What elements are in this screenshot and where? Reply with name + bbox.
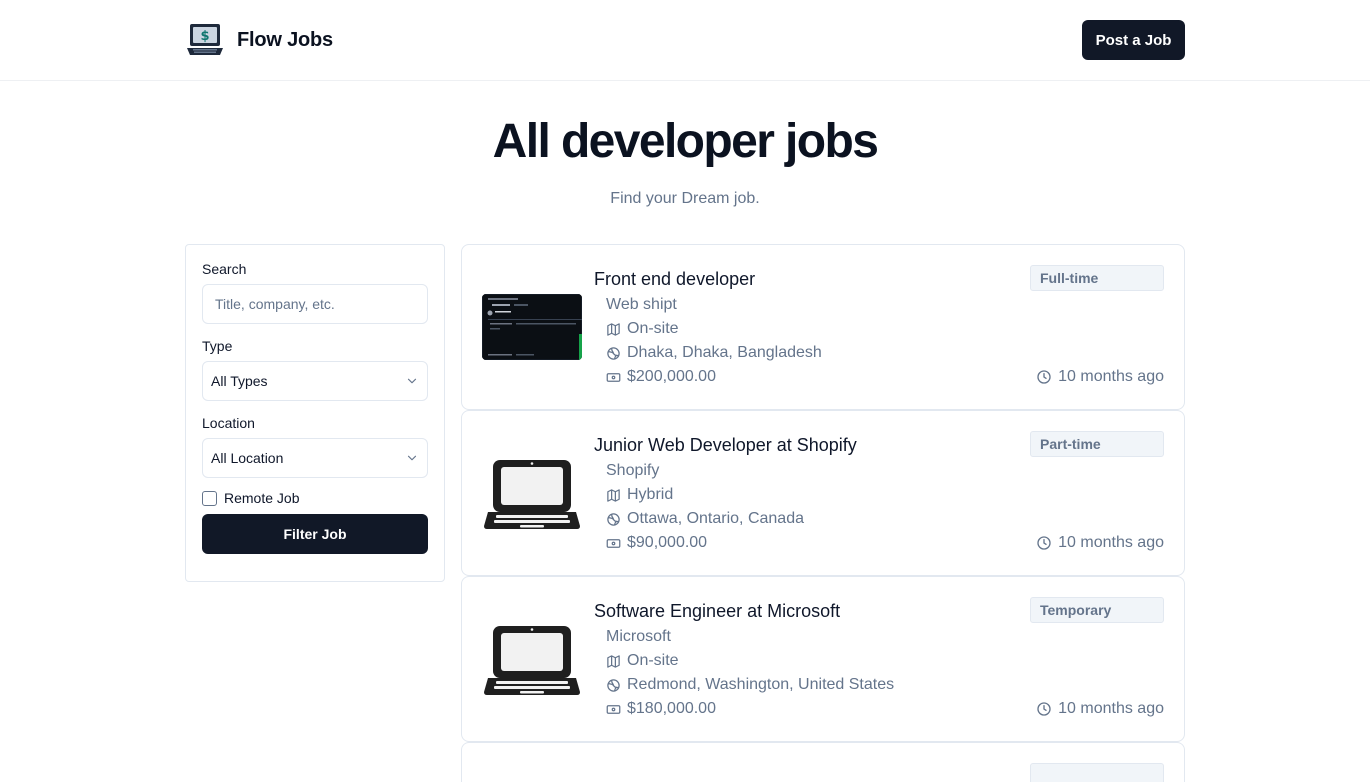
map-icon [607, 488, 620, 502]
globe-icon [607, 346, 620, 360]
type-select[interactable]: All Types [202, 361, 428, 401]
job-list: Front end developer Web shipt On-site Dh… [461, 244, 1185, 782]
location-text: Ottawa, Ontario, Canada [627, 510, 804, 527]
job-title[interactable]: Software Engineer at Microsoft [594, 601, 840, 622]
brand-name: Flow Jobs [237, 28, 333, 51]
svg-text:$: $ [200, 29, 209, 44]
salary-text: $200,000.00 [627, 368, 716, 385]
banknote-icon [606, 372, 621, 382]
map-icon [607, 322, 620, 336]
location-type: Hybrid [606, 486, 673, 504]
salary: $200,000.00 [606, 368, 716, 386]
page-title: All developer jobs [492, 115, 879, 168]
location-type: On-site [606, 652, 679, 670]
company-name-text: Web shipt [606, 296, 677, 313]
location-select[interactable]: All Location [202, 438, 428, 478]
location: Dhaka, Dhaka, Bangladesh [606, 344, 822, 362]
job-card-partial[interactable] [461, 742, 1185, 782]
banknote-icon [606, 704, 621, 714]
job-type-badge-partial [1030, 763, 1164, 782]
job-card[interactable]: Software Engineer at Microsoft Microsoft… [461, 576, 1185, 742]
location-text: Dhaka, Dhaka, Bangladesh [627, 344, 822, 361]
posted-time-text: 10 months ago [1058, 700, 1164, 717]
type-select-value: All Types [211, 373, 268, 389]
filter-job-button[interactable]: Filter Job [202, 514, 428, 554]
location: Redmond, Washington, United States [606, 676, 894, 694]
location-select-value: All Location [211, 450, 284, 466]
banknote-icon [606, 538, 621, 548]
post-job-button[interactable]: Post a Job [1082, 20, 1185, 60]
remote-job-label[interactable]: Remote Job [224, 490, 299, 506]
clock-icon [1037, 370, 1051, 384]
clock-icon [1037, 536, 1051, 550]
globe-icon [607, 512, 620, 526]
top-navbar: $ Flow Jobs Post a Job [0, 0, 1370, 81]
company-logo-thumbnail [482, 294, 582, 360]
laptop-dollar-logo-icon: $ [187, 24, 223, 55]
clock-icon [1037, 702, 1051, 716]
company-name: Shopify [606, 462, 659, 480]
laptop-icon [484, 460, 580, 529]
job-card[interactable]: Junior Web Developer at Shopify Shopify … [461, 410, 1185, 576]
page-subtitle: Find your Dream job. [610, 190, 760, 207]
company-name: Web shipt [606, 296, 677, 314]
globe-icon [607, 678, 620, 692]
search-input[interactable] [202, 284, 428, 324]
company-name-text: Microsoft [606, 628, 671, 645]
job-card[interactable]: Front end developer Web shipt On-site Dh… [461, 244, 1185, 410]
job-type-badge: Part-time [1030, 431, 1164, 457]
location-type-text: On-site [627, 320, 679, 337]
remote-job-checkbox[interactable] [202, 490, 217, 506]
posted-time: 10 months ago [1036, 534, 1164, 552]
posted-time: 10 months ago [1036, 368, 1164, 386]
filter-panel: Search Type All Types Location All Locat… [185, 244, 445, 582]
company-name-text: Shopify [606, 462, 660, 479]
posted-time: 10 months ago [1036, 700, 1164, 718]
posted-time-text: 10 months ago [1058, 368, 1164, 385]
job-title[interactable]: Front end developer [594, 269, 755, 290]
salary-text: $90,000.00 [627, 534, 708, 551]
chevron-down-icon [407, 378, 417, 384]
job-title[interactable]: Junior Web Developer at Shopify [594, 435, 857, 456]
chevron-down-icon [407, 455, 417, 461]
type-label: Type [202, 338, 233, 354]
salary: $180,000.00 [606, 700, 716, 718]
location-type: On-site [606, 320, 679, 338]
laptop-icon [484, 626, 580, 695]
location-label: Location [202, 415, 255, 431]
search-label: Search [202, 261, 247, 277]
location-type-text: Hybrid [627, 486, 674, 503]
remote-job-row: Remote Job [202, 490, 428, 506]
location-type-text: On-site [627, 652, 679, 669]
map-icon [607, 654, 620, 668]
salary-text: $180,000.00 [627, 700, 716, 717]
location-text: Redmond, Washington, United States [627, 676, 895, 693]
company-name: Microsoft [606, 628, 671, 646]
job-type-badge: Temporary [1030, 597, 1164, 623]
job-type-badge: Full-time [1030, 265, 1164, 291]
location: Ottawa, Ontario, Canada [606, 510, 804, 528]
brand-link[interactable]: $ Flow Jobs [185, 22, 333, 58]
salary: $90,000.00 [606, 534, 707, 552]
posted-time-text: 10 months ago [1058, 534, 1164, 551]
